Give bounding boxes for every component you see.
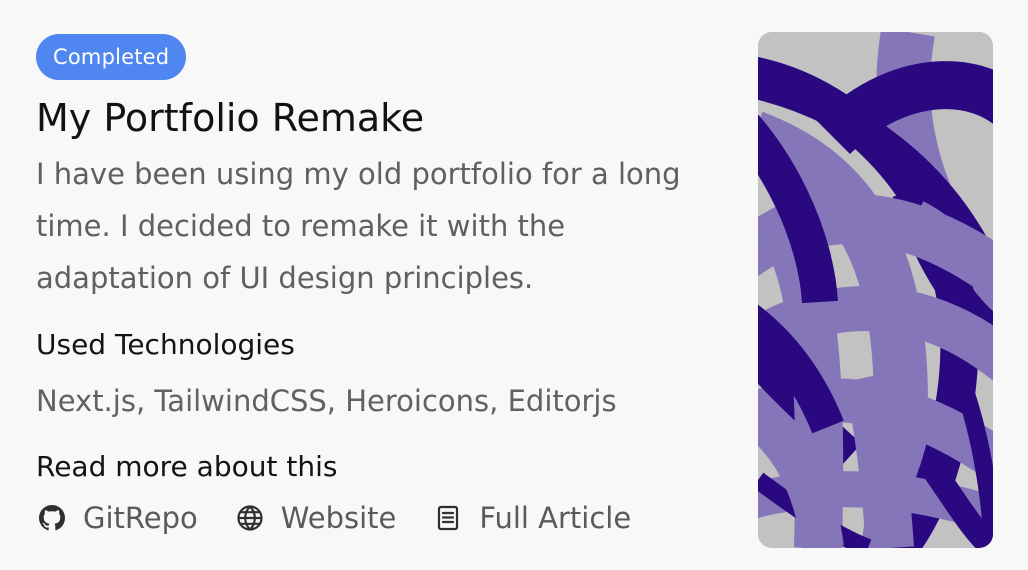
project-title: My Portfolio Remake — [36, 96, 425, 140]
read-more-heading: Read more about this — [36, 450, 338, 483]
article-icon — [432, 502, 464, 534]
project-card: Completed My Portfolio Remake I have bee… — [0, 0, 1028, 570]
project-content: Completed My Portfolio Remake I have bee… — [36, 34, 726, 539]
technologies-heading: Used Technologies — [36, 328, 295, 361]
github-icon — [36, 502, 68, 534]
gitrepo-link-label: GitRepo — [83, 501, 198, 535]
full-article-link-label: Full Article — [479, 501, 632, 535]
website-link[interactable]: Website — [234, 497, 397, 539]
project-description: I have been using my old portfolio for a… — [36, 157, 681, 295]
website-link-label: Website — [280, 501, 397, 535]
project-cover-image — [758, 32, 993, 548]
abstract-purple-arcs-image — [758, 32, 993, 548]
technologies-list: Next.js, TailwindCSS, Heroicons, Editorj… — [36, 384, 617, 418]
project-links: GitRepo Website Full Article — [36, 497, 726, 539]
status-badge: Completed — [36, 34, 187, 80]
globe-icon — [234, 502, 266, 534]
gitrepo-link[interactable]: GitRepo — [36, 497, 198, 539]
full-article-link[interactable]: Full Article — [432, 497, 631, 539]
